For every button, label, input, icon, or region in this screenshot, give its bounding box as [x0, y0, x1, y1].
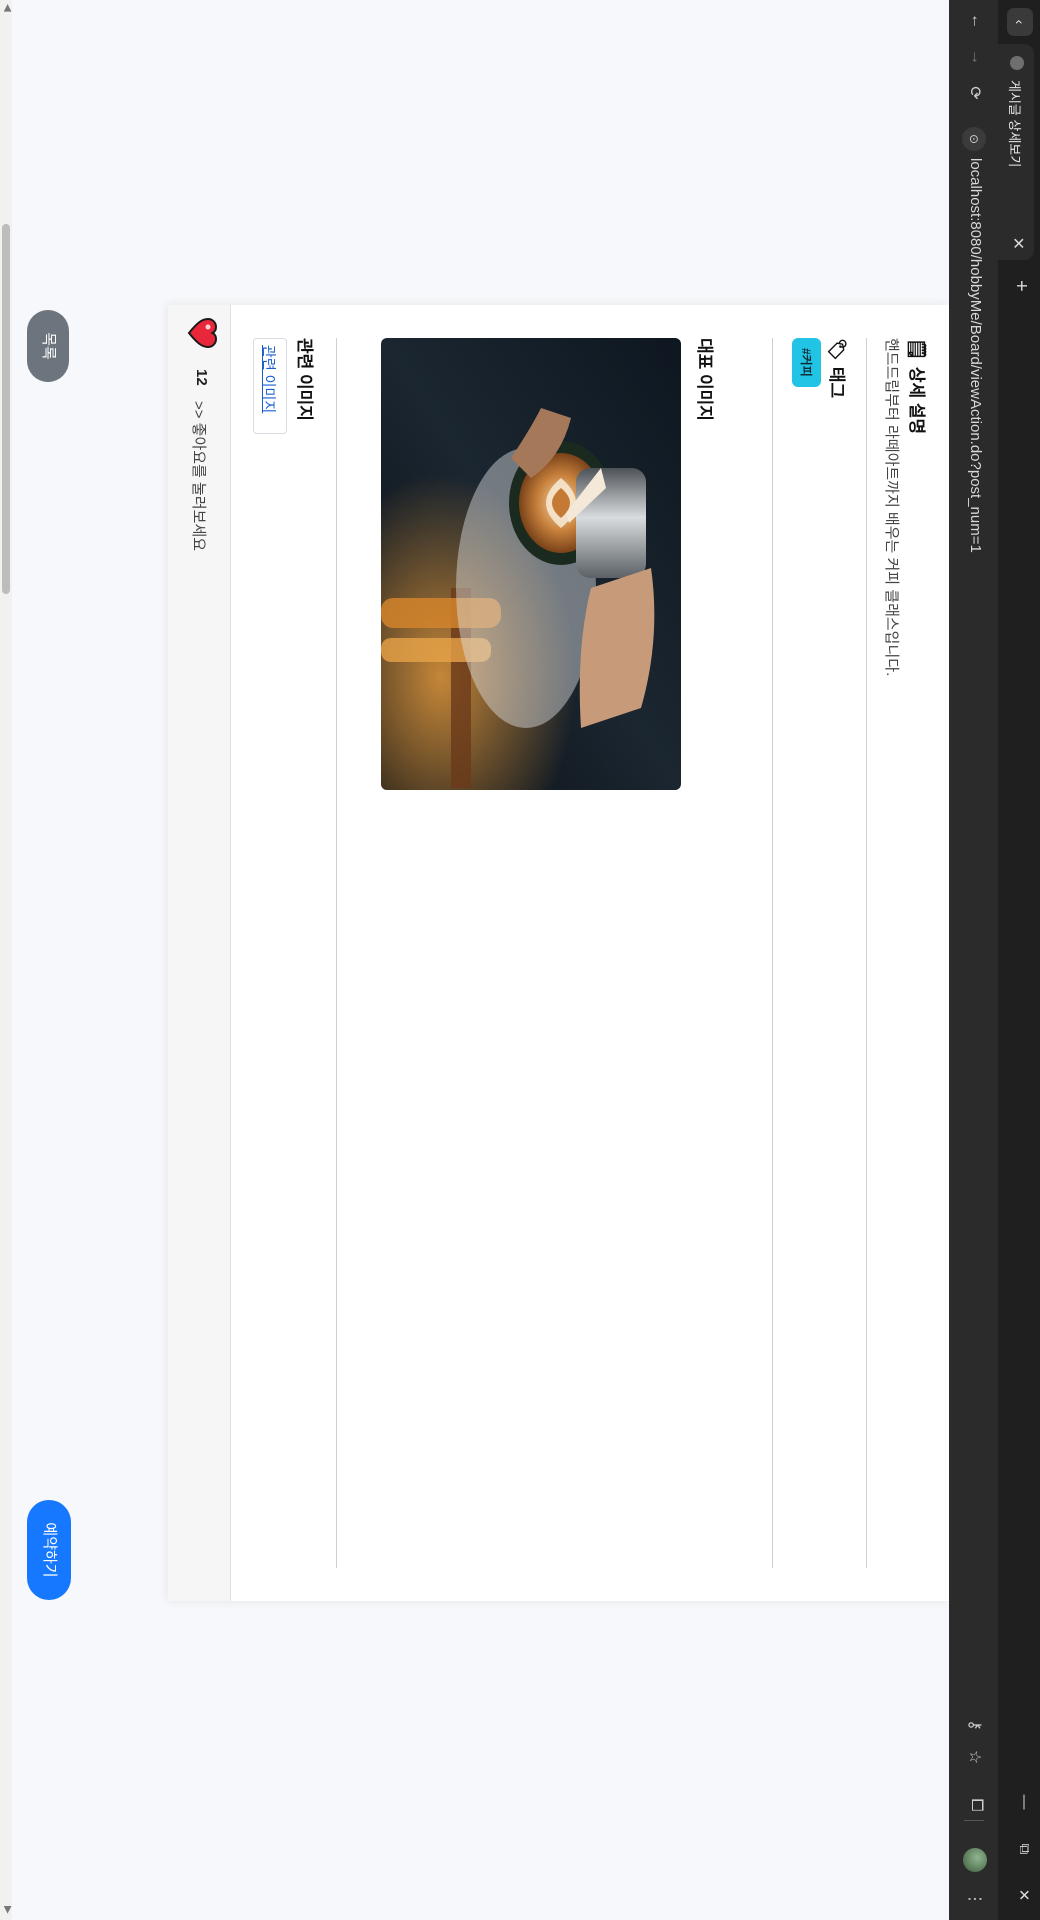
active-tab[interactable]: 게시글 상세보기 ✕ [998, 44, 1034, 260]
description-text: 핸드드립부터 라떼아트까지 배우는 커피 클래스입니다. [883, 338, 900, 677]
tab-title: 게시글 상세보기 [1007, 80, 1022, 168]
heart-icon[interactable] [186, 317, 218, 349]
page-viewport: 🗒상세 설명 핸드드립부터 라떼아트까지 배우는 커피 클래스입니다. 🏷태그 … [0, 0, 949, 1920]
screen: ‹ 게시글 상세보기 ✕ + — ⧉ ✕ ← → ⟳ ⊙ localhost:8… [0, 0, 1040, 1920]
toolbar-divider [964, 1820, 984, 1821]
section-divider [336, 338, 337, 1568]
key-icon[interactable]: ⚷ [965, 1712, 985, 1738]
scrollbar-thumb[interactable] [2, 224, 10, 594]
post-card: 🗒상세 설명 핸드드립부터 라떼아트까지 배우는 커피 클래스입니다. 🏷태그 … [169, 305, 949, 1601]
profile-avatar[interactable] [963, 1848, 987, 1872]
like-count: 12 [193, 369, 210, 386]
tab-search-icon[interactable]: ‹ [1007, 8, 1033, 36]
restore-icon[interactable]: ⧉ [1016, 1832, 1033, 1866]
site-info-icon[interactable]: ⊙ [962, 127, 986, 151]
main-image [381, 338, 681, 790]
tag-chip[interactable]: #커피 [792, 338, 821, 387]
related-image[interactable]: 관련 이미지 [253, 338, 287, 434]
new-tab-icon[interactable]: + [1009, 280, 1032, 292]
description-title: 상세 설명 [907, 366, 926, 435]
minimize-icon[interactable]: — [1016, 1785, 1033, 1819]
forward-icon[interactable]: → [967, 44, 985, 70]
main-image-title: 대표 이미지 [695, 338, 714, 421]
tab-close-icon[interactable]: ✕ [1008, 237, 1028, 250]
tab-strip: ‹ 게시글 상세보기 ✕ + — ⧉ ✕ [998, 0, 1040, 1920]
extensions-icon[interactable]: ⧠ [967, 1792, 985, 1818]
star-icon[interactable]: ☆ [965, 1744, 985, 1770]
window-close-icon[interactable]: ✕ [1015, 1878, 1033, 1912]
like-bar: 12 >> 좋아요를 눌러보세요 [168, 305, 231, 1601]
related-image-title: 관련 이미지 [295, 338, 314, 421]
favicon-icon [1010, 56, 1024, 70]
horizontal-scrollbar[interactable]: ◀ ▶ [0, 0, 13, 1920]
scroll-left-icon[interactable]: ◀ [2, 4, 13, 12]
tags-heading: 🏷 태그 [826, 338, 851, 398]
reload-icon[interactable]: ⟳ [965, 80, 985, 106]
description-heading: 🗒 상세 설명 [906, 338, 931, 434]
memo-icon: 🗒 [907, 338, 927, 361]
tag-icon: 🏷 [827, 338, 847, 361]
reserve-button[interactable]: 예약하기 [27, 1500, 71, 1600]
tags-title: 태그 [827, 366, 846, 399]
like-hint: >> 좋아요를 눌러보세요 [190, 401, 207, 552]
latte-art-image [381, 338, 681, 790]
back-icon[interactable]: ← [967, 8, 985, 34]
section-divider [866, 338, 867, 1568]
scroll-right-icon[interactable]: ▶ [2, 1906, 13, 1914]
address-bar[interactable]: localhost:8080/hobbyMe/Board/viewAction.… [967, 158, 984, 553]
menu-icon[interactable]: ⋮ [965, 1886, 985, 1912]
section-divider [772, 338, 773, 1568]
list-button[interactable]: 목록 [27, 310, 69, 382]
